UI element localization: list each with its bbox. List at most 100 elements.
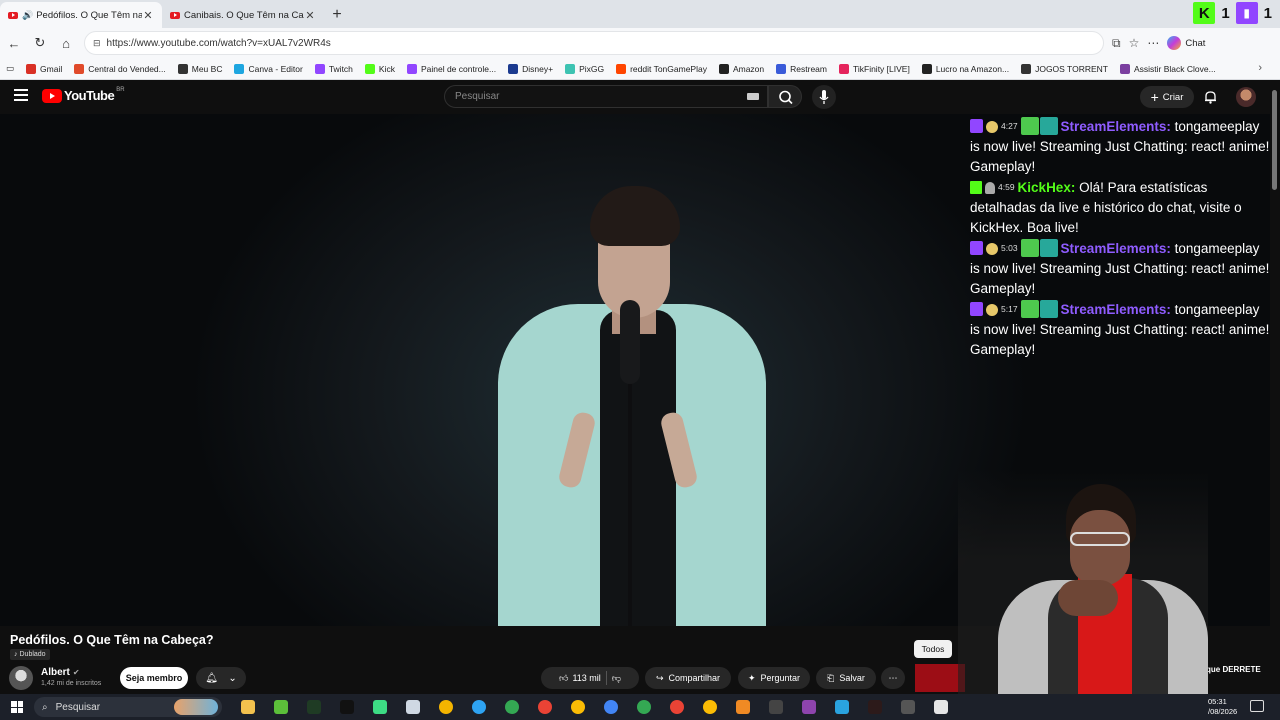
like-button[interactable]: 👍︎ 113 mil — [559, 673, 601, 684]
close-tab-icon[interactable]: ✕ — [304, 9, 316, 22]
bookmark-item[interactable]: reddit TonGamePlay — [616, 63, 707, 74]
channel-name-row[interactable]: Albert ✔ — [41, 667, 80, 678]
kick-extension-icon[interactable]: K — [1193, 2, 1216, 24]
bookmark-item[interactable]: Meu BC — [177, 63, 222, 74]
plus-icon: + — [1150, 89, 1159, 105]
taskbar-app-button[interactable] — [929, 697, 952, 717]
taskbar-search-input[interactable]: ⌕ Pesquisar — [34, 697, 222, 717]
speaker-icon[interactable]: 🔊 — [22, 10, 33, 21]
tab-active[interactable]: 🔊 Pedófilos. O Que Têm na Cabeça? ✕ — [0, 2, 162, 28]
tiktok-icon — [339, 700, 354, 714]
taskbar-app-button[interactable] — [500, 697, 523, 717]
back-icon[interactable]: ← — [2, 31, 26, 55]
taskbar-app-button[interactable] — [302, 697, 325, 717]
notifications-icon[interactable] — [1204, 90, 1217, 104]
more-icon[interactable]: ⋯ — [1147, 36, 1159, 50]
taskbar-app-button[interactable] — [467, 697, 490, 717]
bookmark-item[interactable]: Painel de controle... — [406, 63, 496, 74]
search-input[interactable]: Pesquisar — [444, 85, 768, 108]
tab-inactive[interactable]: Canibais. O Que Têm na Cabeça? ✕ — [162, 2, 324, 28]
site-info-icon[interactable]: ⊟ — [93, 38, 101, 49]
taskbar-app-button[interactable] — [434, 697, 457, 717]
bookmark-label: Restream — [790, 63, 827, 74]
taskbar-app-button[interactable] — [599, 697, 622, 717]
recommended-title-fragment[interactable]: que DERRETE — [1206, 665, 1261, 674]
save-button[interactable]: ⎗ Salvar — [816, 667, 876, 689]
bookmark-item[interactable]: Amazon — [718, 63, 764, 74]
menu-icon[interactable] — [14, 89, 28, 101]
bookmark-label: Kick — [378, 63, 395, 74]
bookmarks-menu-icon[interactable]: ▭ — [6, 63, 14, 74]
new-tab-icon[interactable]: + — [324, 2, 350, 28]
bookmark-item[interactable]: TikFinity [LIVE] — [838, 63, 910, 74]
extensions-icon[interactable]: ⧉ — [1112, 36, 1121, 51]
taskbar-clock[interactable]: 05:31 /08/2026 — [1208, 697, 1237, 717]
copilot-icon — [1167, 36, 1182, 50]
taskbar-app-button[interactable] — [764, 697, 787, 717]
ask-button[interactable]: ✦ Perguntar — [738, 667, 810, 689]
bookmark-item[interactable]: PixGG — [565, 63, 604, 74]
dislike-icon[interactable]: 👎︎ — [612, 673, 621, 684]
bookmark-item[interactable]: Twitch — [314, 63, 353, 74]
subscriber-count: 1,42 mi de inscritos — [41, 680, 102, 687]
taskbar-app-button[interactable] — [368, 697, 391, 717]
channel-avatar[interactable] — [9, 666, 33, 690]
scrollbar-thumb[interactable] — [1272, 90, 1277, 190]
taskbar-app-button[interactable] — [665, 697, 688, 717]
share-icon: ↪ — [655, 672, 664, 683]
bookmark-label: Central do Vended... — [88, 63, 166, 74]
taskbar-app-button[interactable] — [632, 697, 655, 717]
reload-icon[interactable]: ↻ — [28, 31, 52, 55]
copilot-chat-button[interactable]: Chat — [1167, 36, 1205, 50]
bookmark-item[interactable]: Central do Vended... — [74, 63, 166, 74]
bookmarks-overflow-icon[interactable]: › — [1258, 62, 1262, 74]
bookmark-favicon-icon — [1021, 63, 1032, 74]
taskbar-app-button[interactable] — [236, 697, 259, 717]
share-button[interactable]: ↪ Compartilhar — [645, 667, 731, 689]
taskbar-app-button[interactable] — [797, 697, 820, 717]
taskbar-app-button[interactable] — [335, 697, 358, 717]
taskbar-app-button[interactable] — [896, 697, 919, 717]
taskbar-app-button[interactable] — [863, 697, 886, 717]
streamer-face — [1070, 510, 1130, 586]
twitch-extension-icon[interactable]: ▮ — [1235, 2, 1258, 24]
taskbar-app-button[interactable] — [698, 697, 721, 717]
bookmark-item[interactable]: Assistir Black Clove... — [1119, 63, 1216, 74]
bookmark-item[interactable]: Disney+ — [508, 63, 553, 74]
like-dislike-group: 👍︎ 113 mil 👎︎ — [541, 667, 639, 689]
join-button[interactable]: Seja membro — [120, 667, 188, 689]
taskbar-app-button[interactable] — [566, 697, 589, 717]
keyboard-icon[interactable] — [747, 93, 759, 100]
bookmark-item[interactable]: Gmail — [26, 63, 62, 74]
taskbar-app-button[interactable] — [731, 697, 754, 717]
subscription-bell-button[interactable]: 🔔︎ ⌄ — [196, 667, 246, 689]
youtube-logo[interactable]: YouTube BR — [42, 87, 125, 103]
voice-search-button[interactable] — [812, 85, 836, 109]
bookmark-item[interactable]: Restream — [776, 63, 827, 74]
taskbar-app-button[interactable] — [533, 697, 556, 717]
search-button[interactable] — [768, 85, 802, 108]
bookmark-item[interactable]: Kick — [364, 63, 395, 74]
user-badge-icon — [985, 182, 995, 194]
bookmark-item[interactable]: Canva - Editor — [234, 63, 303, 74]
create-button[interactable]: + Criar — [1140, 86, 1194, 108]
chat-message: 4:27 StreamElements: tongameeplay is now … — [970, 116, 1270, 177]
bookmark-item[interactable]: JOGOS TORRENT — [1021, 63, 1108, 74]
favorites-icon[interactable]: ☆ — [1129, 36, 1140, 50]
url-field[interactable]: ⊟ https://www.youtube.com/watch?v=xUAL7v… — [84, 31, 1104, 55]
green-purple-app-icon — [801, 700, 816, 714]
bookmark-label: TikFinity [LIVE] — [852, 63, 910, 74]
windows-start-icon[interactable] — [0, 694, 34, 720]
home-icon[interactable]: ⌂ — [54, 31, 78, 55]
taskbar-app-button[interactable] — [269, 697, 292, 717]
bookmark-favicon-icon — [838, 63, 849, 74]
more-actions-button[interactable]: ⋯ — [881, 667, 905, 689]
account-avatar[interactable] — [1236, 87, 1256, 107]
bookmark-item[interactable]: Lucro na Amazon... — [921, 63, 1009, 74]
taskbar-app-button[interactable] — [830, 697, 853, 717]
close-tab-icon[interactable]: ✕ — [142, 9, 154, 22]
notification-center-icon[interactable] — [1250, 700, 1264, 712]
page-scrollbar[interactable] — [1270, 80, 1280, 694]
taskbar-app-button[interactable] — [401, 697, 424, 717]
filter-chip-all[interactable]: Todos — [914, 640, 952, 658]
